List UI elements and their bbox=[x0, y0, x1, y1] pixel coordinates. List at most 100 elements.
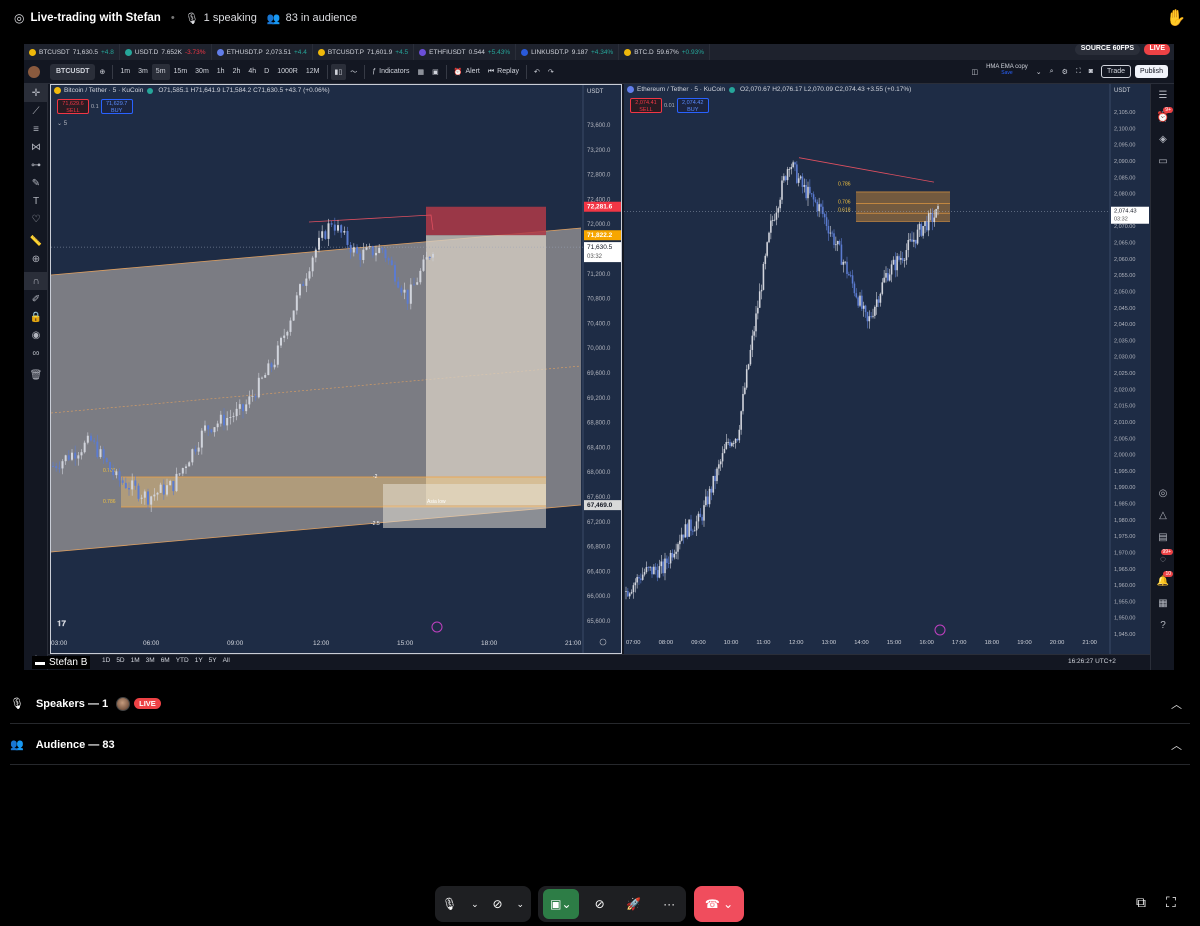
timeframe-3m[interactable]: 3m bbox=[134, 64, 152, 80]
range-6M[interactable]: 6M bbox=[161, 657, 170, 664]
ticker-5[interactable]: LINKUSDT.P 9.187 +4.34% bbox=[516, 44, 620, 60]
camera-off-icon[interactable]: ⊘ bbox=[487, 889, 509, 919]
brush-icon[interactable]: ✎ bbox=[24, 174, 48, 192]
forecast-icon[interactable]: ⊶ bbox=[24, 156, 48, 174]
heart-icon[interactable]: ♡ bbox=[24, 210, 48, 228]
help-icon[interactable]: ? bbox=[1151, 614, 1174, 636]
alert-button[interactable]: ⏰ Alert bbox=[450, 64, 484, 80]
chevron-up-icon[interactable]: ︿ bbox=[1171, 737, 1182, 753]
range-YTD[interactable]: YTD bbox=[176, 657, 189, 664]
range-1D[interactable]: 1D bbox=[102, 657, 110, 664]
crosshair-icon[interactable]: ✛ bbox=[24, 84, 48, 102]
range-All[interactable]: All bbox=[223, 657, 230, 664]
chat-icon[interactable]: ▭ bbox=[1151, 150, 1174, 172]
zoom-icon[interactable]: ⊕ bbox=[24, 250, 48, 268]
indicators-button[interactable]: ƒ Indicators bbox=[368, 64, 413, 80]
speakers-section[interactable]: 🎙 Speakers — 1 LIVE ︿ bbox=[10, 684, 1190, 724]
settings-icon[interactable]: ⚙ bbox=[1058, 64, 1072, 80]
layout-panel-icon[interactable]: ◫ bbox=[967, 64, 982, 80]
target-icon[interactable]: ◎ bbox=[1151, 482, 1174, 504]
camera-icon[interactable]: ◙ bbox=[1085, 64, 1097, 80]
replay-button[interactable]: ⏮ Replay bbox=[484, 64, 523, 80]
btc-chart-svg[interactable]: USDT73,600.073,200.072,800.072,400.072,0… bbox=[51, 85, 622, 654]
ticker-1[interactable]: USDT.D 7.652K -3.73% bbox=[120, 44, 212, 60]
eye-icon[interactable]: ◉ bbox=[24, 326, 48, 344]
chevron-down-icon[interactable]: ⌄ bbox=[1032, 64, 1046, 80]
audience-section[interactable]: 👥 Audience — 83 ︿ bbox=[10, 725, 1190, 765]
text-icon[interactable]: T bbox=[24, 192, 48, 210]
avatar[interactable] bbox=[116, 696, 131, 711]
trendline-icon[interactable]: ⟋ bbox=[24, 102, 48, 120]
symbol-search[interactable]: BTCUSDT bbox=[50, 63, 96, 80]
btc-buy-button[interactable]: 71,629.7 BUY bbox=[100, 99, 133, 114]
timeframe-30m[interactable]: 30m bbox=[191, 64, 213, 80]
raise-hand-icon[interactable]: ✋ bbox=[1166, 8, 1186, 28]
timeframe-15m[interactable]: 15m bbox=[170, 64, 192, 80]
link-icon[interactable]: ∞ bbox=[24, 344, 48, 362]
popout-icon[interactable]: ⧉ bbox=[1136, 894, 1146, 911]
ticker-6[interactable]: BTC.D 59.67% +0.93% bbox=[619, 44, 710, 60]
pattern-icon[interactable]: ⋈ bbox=[24, 138, 48, 156]
timeframe-D[interactable]: D bbox=[260, 64, 273, 80]
chevron-down-icon[interactable]: ⌄ bbox=[465, 889, 485, 919]
calendar-icon[interactable]: ▤ bbox=[1151, 526, 1174, 548]
eth-chart-pane[interactable]: USDT 2,105.00 2,100.00 2,095.00 2,090.00 2,08… bbox=[624, 84, 1150, 654]
layers-icon[interactable]: ◈ bbox=[1151, 128, 1174, 150]
timeframe-2h[interactable]: 2h bbox=[229, 64, 245, 80]
activity-icon[interactable]: 🚀 bbox=[620, 889, 647, 919]
btc-chart-pane[interactable]: USDT 73,600.0 73,200.0 72,800.0 72,400.0 72,0… bbox=[50, 84, 622, 654]
trade-button[interactable]: Trade bbox=[1101, 65, 1132, 78]
grid-icon[interactable]: ▦ bbox=[1151, 592, 1174, 614]
add-symbol-icon[interactable]: ⊕ bbox=[95, 64, 109, 80]
mic-icon[interactable]: 🎙 bbox=[436, 889, 463, 919]
notifications-icon[interactable]: 🔔 10 bbox=[1151, 570, 1174, 592]
lock-icon[interactable]: 🔒 bbox=[24, 308, 48, 326]
range-5Y[interactable]: 5Y bbox=[209, 657, 217, 664]
ideas-icon[interactable]: △ bbox=[1151, 504, 1174, 526]
leave-call-button[interactable]: ☎ ⌄ bbox=[694, 886, 744, 922]
redo-icon[interactable]: ↷ bbox=[544, 64, 558, 80]
stream-icon[interactable]: ◌ 99+ bbox=[1151, 548, 1174, 570]
undo-icon[interactable]: ↶ bbox=[530, 64, 544, 80]
range-1Y[interactable]: 1Y bbox=[195, 657, 203, 664]
timeframe-1m[interactable]: 1m bbox=[116, 64, 134, 80]
eth-chart-svg[interactable]: USDT 2,105.00 2,100.00 2,095.00 2,090.00 2,08… bbox=[624, 84, 1150, 654]
chevron-down-icon[interactable]: ⌄ bbox=[510, 889, 530, 919]
range-1M[interactable]: 1M bbox=[131, 657, 140, 664]
ticker-3[interactable]: BTCUSDT.P 71,601.9 +4.5 bbox=[313, 44, 415, 60]
stop-share-icon[interactable]: ⊘ bbox=[589, 889, 611, 919]
ticker-2[interactable]: ETHUSDT.P 2,073.51 +4.4 bbox=[212, 44, 313, 60]
timeframe-5m[interactable]: 5m bbox=[151, 63, 170, 80]
search-icon[interactable]: ⌕ bbox=[1046, 64, 1058, 80]
screen-share-stream[interactable]: BTCUSDT 71,630.5 +4.8 USDT.D 7.652K -3.73% ETH… bbox=[24, 44, 1174, 670]
fullscreen-icon[interactable]: ⛶ bbox=[1072, 64, 1085, 80]
bar-style-icon[interactable]: ▮▯ bbox=[330, 63, 347, 80]
trash-icon[interactable]: 🗑 bbox=[24, 366, 48, 384]
fib-icon[interactable]: ≡ bbox=[24, 120, 48, 138]
ruler-icon[interactable]: 📏 bbox=[24, 232, 48, 250]
avatar[interactable] bbox=[24, 64, 44, 80]
line-chart-icon[interactable]: 〜 bbox=[346, 64, 361, 80]
btc-sell-button[interactable]: 71,629.6 SELL bbox=[57, 99, 89, 114]
layout-name-button[interactable]: HMA EMA copy Save bbox=[982, 64, 1032, 80]
timeframe-1h[interactable]: 1h bbox=[213, 64, 229, 80]
range-3M[interactable]: 3M bbox=[146, 657, 155, 664]
timeframe-12M[interactable]: 12M bbox=[302, 64, 324, 80]
template-icon[interactable]: ▣ bbox=[428, 64, 443, 80]
ticker-4[interactable]: ETHFIUSDT 0.544 +5.43% bbox=[414, 44, 517, 60]
screen-share-icon[interactable]: ▣⌄ bbox=[542, 889, 579, 919]
layout-icon[interactable]: ▦ bbox=[413, 64, 428, 80]
watchlist-icon[interactable]: ☰ bbox=[1151, 84, 1174, 106]
alerts-icon[interactable]: ⏰ 9+ bbox=[1151, 106, 1174, 128]
timeframe-1000R[interactable]: 1000R bbox=[273, 64, 302, 80]
eth-buy-button[interactable]: 2,074.42 BUY bbox=[676, 98, 709, 113]
timeframe-4h[interactable]: 4h bbox=[244, 64, 260, 80]
chevron-up-icon[interactable]: ︿ bbox=[1171, 696, 1182, 712]
eth-sell-button[interactable]: 2,074.41 SELL bbox=[630, 98, 662, 113]
more-icon[interactable]: ··· bbox=[657, 889, 681, 919]
fullscreen-icon[interactable]: ⛶ bbox=[1166, 894, 1176, 911]
range-5D[interactable]: 5D bbox=[116, 657, 124, 664]
ticker-0[interactable]: BTCUSDT 71,630.5 +4.8 bbox=[24, 44, 120, 60]
publish-button[interactable]: Publish bbox=[1135, 65, 1168, 78]
lock-drawing-icon[interactable]: ✐ bbox=[24, 290, 48, 308]
